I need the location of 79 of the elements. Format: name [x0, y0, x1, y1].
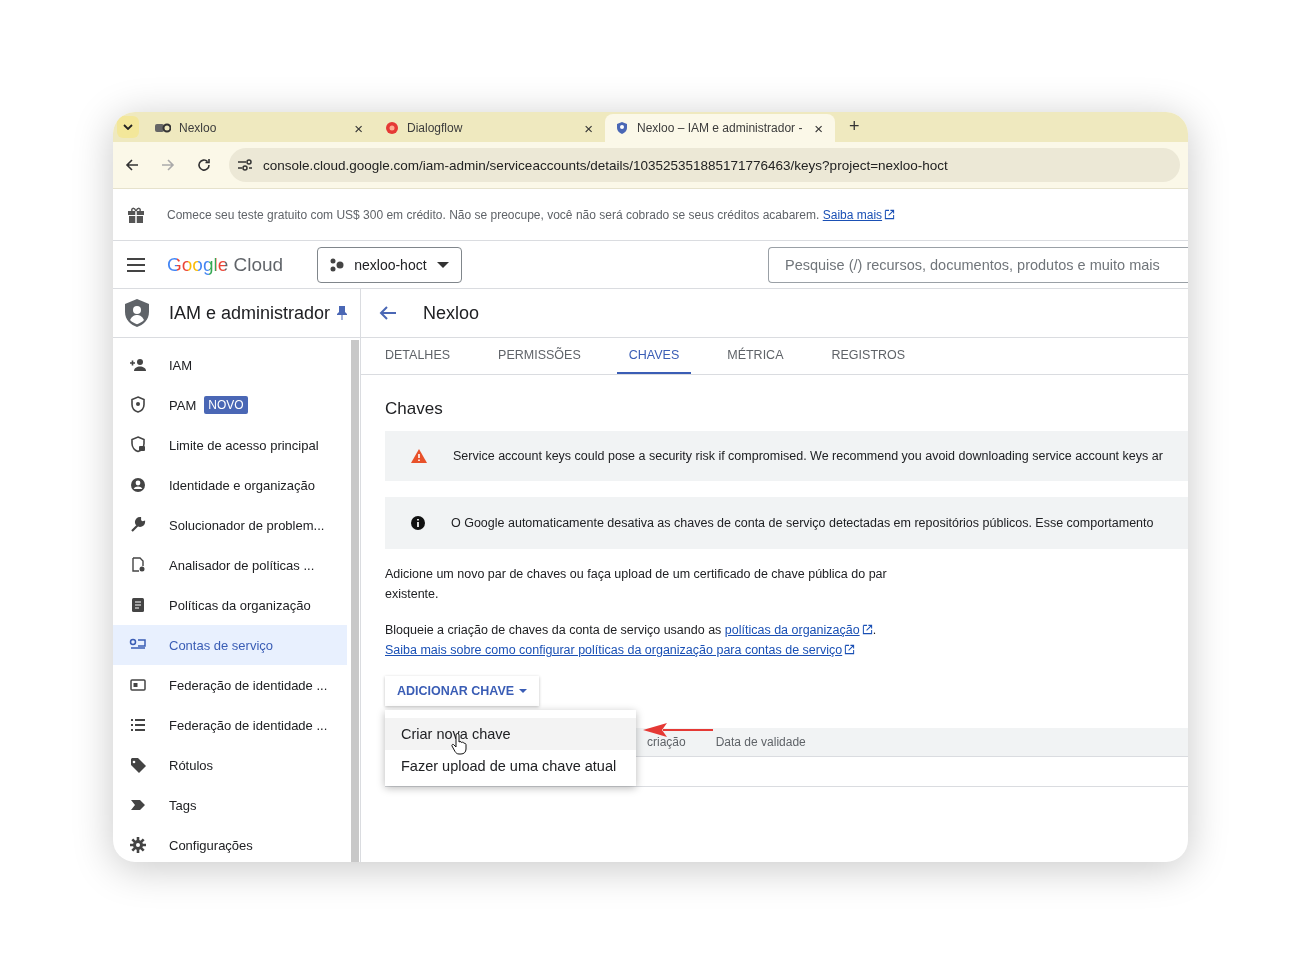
shield-lock-icon — [129, 436, 147, 454]
sidebar-item[interactable]: Políticas da organização — [113, 585, 347, 625]
policies-link[interactable]: políticas da organização — [724, 623, 860, 637]
bug-icon — [385, 121, 399, 135]
sidebar-item[interactable]: Contas de serviço — [113, 625, 347, 665]
sidebar-item[interactable]: Limite de acesso principal — [113, 425, 347, 465]
back-arrow-icon[interactable] — [379, 305, 397, 321]
sidebar-item[interactable]: Tags — [113, 785, 347, 825]
list-icon — [129, 716, 147, 734]
add-key-button[interactable]: ADICIONAR CHAVE — [385, 676, 540, 706]
column-header: Data de validade — [715, 735, 806, 749]
sidebar-item[interactable]: Identidade e organização — [113, 465, 347, 505]
section-title: Chaves — [385, 399, 444, 419]
sidebar-item[interactable]: PAM NOVO — [113, 385, 347, 425]
shield-icon — [129, 396, 147, 414]
page-tab[interactable]: CHAVES — [616, 338, 692, 374]
sidebar-item[interactable]: Federação de identidade ... — [113, 665, 347, 705]
menu-item[interactable]: Fazer upload de uma chave atual — [385, 750, 636, 782]
sidebar-item[interactable]: Configurações — [113, 825, 347, 862]
browser-tab[interactable]: Nexloo × — [145, 114, 375, 142]
trial-banner-text: Comece seu teste gratuito com US$ 300 em crédito. Não se preocupe, você não será cobrado se seus créditos acabarem. Saiba mais — [167, 207, 896, 222]
policy-text: Bloqueie a criação de chaves da conta de serviço usando as políticas da organização . Saiba mais sobre como configurar políticas da organização para contas de serviço — [385, 622, 878, 659]
document-search-icon — [129, 556, 147, 574]
learn-more-link[interactable]: Saiba mais sobre como configurar políticas da organização para contas de serviço — [385, 643, 843, 657]
tab-title: Nexloo – IAM e administrador - — [637, 121, 804, 135]
close-tab-button[interactable]: × — [582, 119, 595, 137]
external-link-icon — [861, 624, 873, 635]
person-add-icon — [129, 356, 147, 374]
sidebar-item[interactable]: Analisador de políticas ... — [113, 545, 347, 585]
column-header: criação — [647, 735, 686, 749]
shield-icon — [615, 121, 629, 135]
tab-list-button[interactable] — [117, 116, 139, 138]
browser-tab[interactable]: Dialogflow × — [375, 114, 605, 142]
shield-person-icon — [123, 298, 151, 328]
camera-icon — [155, 122, 171, 134]
dropdown-caret-icon — [436, 261, 449, 268]
learn-more-link[interactable]: Saiba mais — [822, 207, 883, 222]
project-icon — [330, 257, 345, 272]
close-tab-button[interactable]: × — [812, 119, 825, 137]
site-settings-icon — [237, 158, 253, 172]
url-text: console.cloud.google.com/iam-admin/serviceaccounts/details/103525351885171776463/keys?project=nexloo-hoct — [263, 157, 948, 173]
account-circle-icon — [129, 476, 147, 494]
new-badge: NOVO — [204, 396, 248, 414]
page-tab[interactable]: PERMISSÕES — [486, 338, 593, 374]
pin-icon[interactable] — [336, 306, 349, 320]
sidebar-item[interactable]: Federação de identidade ... — [113, 705, 347, 745]
sidebar-item[interactable]: Rótulos — [113, 745, 347, 785]
sidebar-item[interactable]: IAM — [113, 345, 347, 385]
page-tab[interactable]: REGISTROS — [819, 338, 918, 374]
new-tab-button[interactable]: + — [843, 115, 866, 138]
tab-title: Nexloo — [179, 121, 218, 135]
browser-tab[interactable]: Nexloo – IAM e administrador - × — [605, 114, 835, 142]
page-tab[interactable]: MÉTRICA — [715, 338, 796, 374]
page-title: Nexloo — [423, 302, 480, 324]
page-tab[interactable]: DETALHES — [373, 338, 463, 374]
id-card-icon — [129, 676, 147, 694]
external-link-icon — [884, 208, 896, 220]
wrench-icon — [129, 516, 147, 534]
chevron-down-icon — [123, 124, 133, 130]
dropdown-caret-icon — [519, 689, 528, 693]
document-icon — [129, 596, 147, 614]
warning-icon — [411, 449, 427, 463]
annotation-arrow — [643, 723, 715, 737]
search-field[interactable]: Pesquise (/) recursos, documentos, produtos e muito mais — [768, 246, 1188, 283]
sidebar-title: IAM e administrador — [169, 302, 331, 324]
tab-title: Dialogflow — [407, 121, 464, 135]
description-text: Adicione um novo par de chaves ou faça upload de um certificado de chave pública do par existente. — [385, 566, 888, 603]
project-selector[interactable]: nexloo-hoct — [317, 246, 462, 283]
alert-text: O Google automaticamente desativa as chaves de conta de serviço detectadas em repositórios públicos. Esse comportamento — [451, 516, 1154, 530]
close-tab-button[interactable]: × — [352, 119, 365, 137]
external-link-icon — [844, 644, 856, 655]
sidebar-item[interactable]: Solucionador de problem... — [113, 505, 347, 545]
menu-icon[interactable] — [127, 257, 145, 272]
tag-icon — [129, 756, 147, 774]
alert-text: Service account keys could pose a security risk if compromised. We recommend you avoid downloading service account keys ar — [453, 449, 1163, 463]
info-icon — [411, 516, 425, 530]
gift-icon — [127, 205, 145, 224]
gear-icon — [129, 836, 147, 854]
address-bar[interactable]: console.cloud.google.com/iam-admin/serviceaccounts/details/103525351885171776463/keys?project=nexloo-hoct — [229, 148, 1180, 182]
